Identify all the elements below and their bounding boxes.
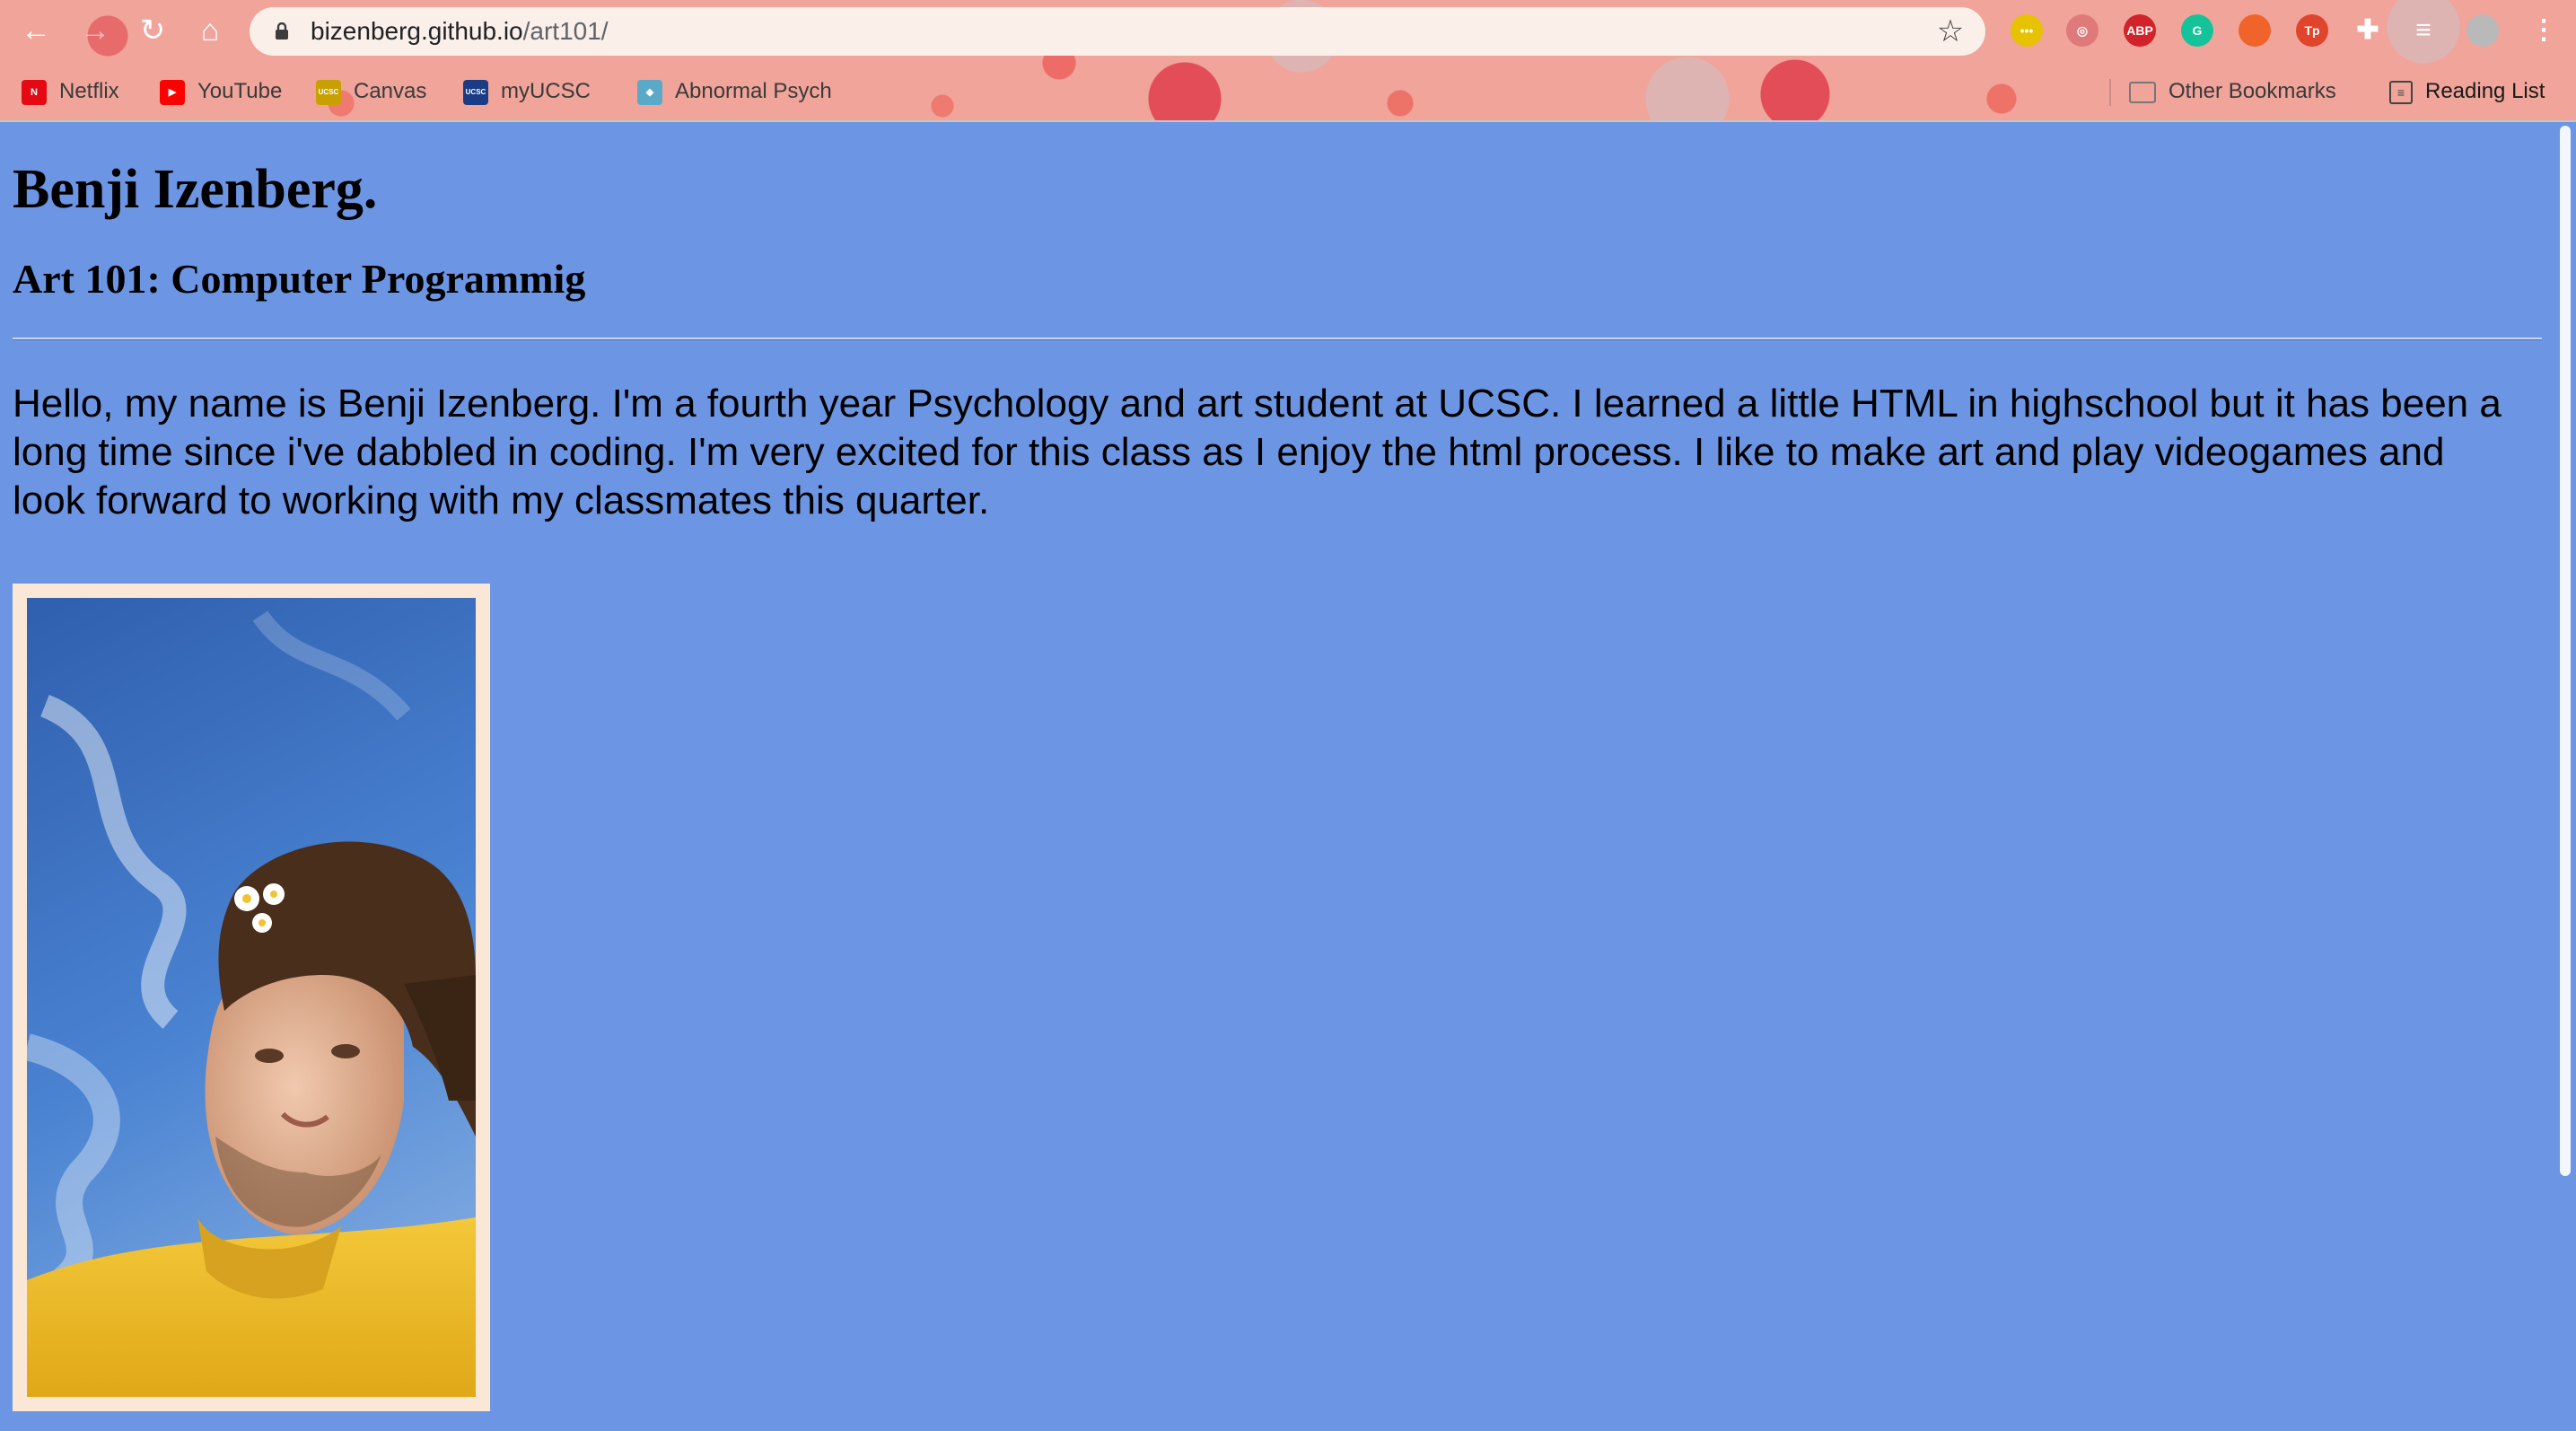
reading-list[interactable]: ≡ Reading List: [2389, 74, 2545, 110]
page-content: Benji Izenberg. Art 101: Computer Progra…: [13, 122, 2544, 1411]
bookmark-abnormal-psych[interactable]: ◆ Abnormal Psych: [637, 74, 832, 110]
ext-dribbble-icon[interactable]: ◎: [2066, 14, 2098, 47]
bookmark-label: Abnormal Psych: [675, 79, 832, 103]
horizontal-rule: [13, 338, 2542, 341]
bookmark-canvas[interactable]: UCSC Canvas: [316, 74, 426, 110]
bookmark-favicon-icon: ◆: [637, 79, 662, 105]
page-subtitle: Art 101: Computer Programmig: [13, 256, 586, 303]
profile-photo: [27, 598, 476, 1397]
bookmark-youtube[interactable]: ▶ YouTube: [160, 74, 282, 110]
extensions-puzzle-icon[interactable]: ✚: [2352, 14, 2384, 47]
other-bookmarks[interactable]: Other Bookmarks: [2129, 74, 2336, 110]
bookmark-label: myUCSC: [501, 79, 591, 103]
browser-chrome: ← → ↻ ⌂ bizenberg.github.io/art101/ ☆ ••…: [0, 0, 2576, 122]
browser-toolbar: ← → ↻ ⌂ bizenberg.github.io/art101/ ☆ ••…: [0, 0, 2576, 61]
ext-tp-icon[interactable]: Tp: [2296, 14, 2328, 47]
bookmark-favicon-icon: UCSC: [316, 79, 341, 105]
bookmarks-divider: [2109, 79, 2111, 106]
grammarly-icon[interactable]: G: [2181, 14, 2213, 47]
back-arrow-icon[interactable]: ←: [18, 13, 54, 48]
bookmark-favicon-icon: N: [22, 79, 47, 105]
url-text[interactable]: bizenberg.github.io/art101/: [311, 7, 609, 56]
profile-avatar-icon[interactable]: [2466, 14, 2499, 47]
page-title: Benji Izenberg.: [13, 159, 378, 220]
address-bar[interactable]: bizenberg.github.io/art101/ ☆: [250, 7, 1985, 56]
adblock-plus-icon[interactable]: ABP: [2124, 14, 2156, 47]
lock-icon[interactable]: [275, 22, 289, 40]
reading-list-label: Reading List: [2425, 79, 2545, 103]
bookmark-star-icon[interactable]: ☆: [1933, 14, 1967, 48]
reload-icon[interactable]: ↻: [135, 13, 171, 48]
forward-arrow-icon[interactable]: →: [77, 13, 113, 48]
bookmarks-bar: N Netflix ▶ YouTube UCSC Canvas UCSC myUCSC ◆ Abn…: [0, 68, 2576, 115]
bookmark-label: Canvas: [354, 79, 427, 103]
url-path: /art101/: [522, 17, 609, 45]
ext-yellow-icon[interactable]: •••: [2011, 14, 2043, 47]
bookmark-favicon-icon: UCSC: [463, 79, 488, 105]
folder-icon: [2129, 81, 2156, 103]
bookmark-favicon-icon: ▶: [160, 79, 185, 105]
other-bookmarks-label: Other Bookmarks: [2169, 79, 2336, 103]
ext-orange-icon[interactable]: [2239, 14, 2271, 47]
media-queue-icon[interactable]: ≡: [2407, 14, 2440, 47]
intro-paragraph: Hello, my name is Benji Izenberg. I'm a …: [13, 382, 2502, 523]
url-host: bizenberg.github.io: [311, 17, 523, 45]
bookmark-myucsc[interactable]: UCSC myUCSC: [463, 74, 591, 110]
bookmark-label: Netflix: [59, 79, 119, 103]
bookmark-netflix[interactable]: N Netflix: [22, 74, 119, 110]
profile-photo-frame: [13, 584, 490, 1411]
bookmark-label: YouTube: [197, 79, 283, 103]
kebab-menu-icon[interactable]: ⋮: [2528, 14, 2560, 47]
scrollbar-thumb[interactable]: [2560, 126, 2571, 1176]
home-icon[interactable]: ⌂: [192, 13, 228, 48]
reading-list-icon: ≡: [2389, 80, 2413, 104]
